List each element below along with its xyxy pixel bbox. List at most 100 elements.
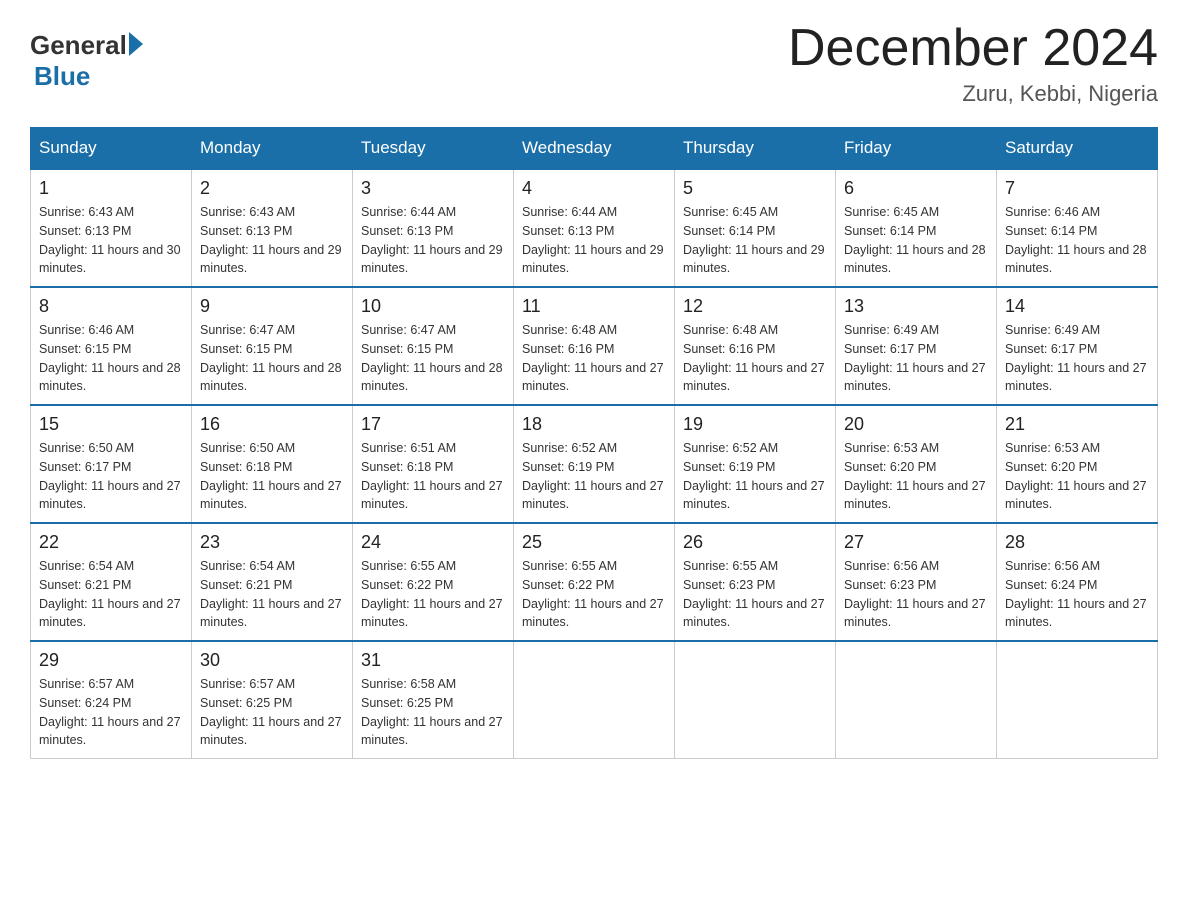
logo-arrow-icon (129, 32, 143, 56)
calendar-cell: 26 Sunrise: 6:55 AMSunset: 6:23 PMDaylig… (675, 523, 836, 641)
calendar-week-row: 15 Sunrise: 6:50 AMSunset: 6:17 PMDaylig… (31, 405, 1158, 523)
calendar-cell: 15 Sunrise: 6:50 AMSunset: 6:17 PMDaylig… (31, 405, 192, 523)
day-number: 31 (361, 650, 505, 671)
day-info: Sunrise: 6:45 AMSunset: 6:14 PMDaylight:… (844, 205, 986, 275)
calendar-cell (997, 641, 1158, 759)
calendar-cell: 13 Sunrise: 6:49 AMSunset: 6:17 PMDaylig… (836, 287, 997, 405)
calendar-cell: 30 Sunrise: 6:57 AMSunset: 6:25 PMDaylig… (192, 641, 353, 759)
day-info: Sunrise: 6:55 AMSunset: 6:22 PMDaylight:… (522, 559, 664, 629)
calendar-cell: 4 Sunrise: 6:44 AMSunset: 6:13 PMDayligh… (514, 169, 675, 287)
calendar-cell: 23 Sunrise: 6:54 AMSunset: 6:21 PMDaylig… (192, 523, 353, 641)
day-info: Sunrise: 6:58 AMSunset: 6:25 PMDaylight:… (361, 677, 503, 747)
day-info: Sunrise: 6:44 AMSunset: 6:13 PMDaylight:… (361, 205, 503, 275)
calendar-cell: 3 Sunrise: 6:44 AMSunset: 6:13 PMDayligh… (353, 169, 514, 287)
calendar-cell: 24 Sunrise: 6:55 AMSunset: 6:22 PMDaylig… (353, 523, 514, 641)
day-number: 12 (683, 296, 827, 317)
day-info: Sunrise: 6:46 AMSunset: 6:14 PMDaylight:… (1005, 205, 1147, 275)
day-info: Sunrise: 6:54 AMSunset: 6:21 PMDaylight:… (200, 559, 342, 629)
day-info: Sunrise: 6:52 AMSunset: 6:19 PMDaylight:… (522, 441, 664, 511)
calendar-cell: 17 Sunrise: 6:51 AMSunset: 6:18 PMDaylig… (353, 405, 514, 523)
calendar-cell: 20 Sunrise: 6:53 AMSunset: 6:20 PMDaylig… (836, 405, 997, 523)
day-number: 24 (361, 532, 505, 553)
calendar-cell: 11 Sunrise: 6:48 AMSunset: 6:16 PMDaylig… (514, 287, 675, 405)
logo-blue-text: Blue (34, 61, 90, 91)
calendar-week-row: 8 Sunrise: 6:46 AMSunset: 6:15 PMDayligh… (31, 287, 1158, 405)
calendar-cell: 25 Sunrise: 6:55 AMSunset: 6:22 PMDaylig… (514, 523, 675, 641)
weekday-header-sunday: Sunday (31, 128, 192, 170)
calendar-cell: 19 Sunrise: 6:52 AMSunset: 6:19 PMDaylig… (675, 405, 836, 523)
day-info: Sunrise: 6:48 AMSunset: 6:16 PMDaylight:… (522, 323, 664, 393)
calendar-cell: 16 Sunrise: 6:50 AMSunset: 6:18 PMDaylig… (192, 405, 353, 523)
day-info: Sunrise: 6:51 AMSunset: 6:18 PMDaylight:… (361, 441, 503, 511)
calendar-cell: 2 Sunrise: 6:43 AMSunset: 6:13 PMDayligh… (192, 169, 353, 287)
title-block: December 2024 Zuru, Kebbi, Nigeria (788, 20, 1158, 107)
calendar-cell: 7 Sunrise: 6:46 AMSunset: 6:14 PMDayligh… (997, 169, 1158, 287)
weekday-header-wednesday: Wednesday (514, 128, 675, 170)
day-number: 20 (844, 414, 988, 435)
day-info: Sunrise: 6:54 AMSunset: 6:21 PMDaylight:… (39, 559, 181, 629)
day-number: 28 (1005, 532, 1149, 553)
day-number: 1 (39, 178, 183, 199)
weekday-header-friday: Friday (836, 128, 997, 170)
day-number: 29 (39, 650, 183, 671)
weekday-header-thursday: Thursday (675, 128, 836, 170)
calendar-cell: 14 Sunrise: 6:49 AMSunset: 6:17 PMDaylig… (997, 287, 1158, 405)
calendar-cell: 18 Sunrise: 6:52 AMSunset: 6:19 PMDaylig… (514, 405, 675, 523)
day-info: Sunrise: 6:50 AMSunset: 6:17 PMDaylight:… (39, 441, 181, 511)
day-number: 2 (200, 178, 344, 199)
day-number: 21 (1005, 414, 1149, 435)
day-info: Sunrise: 6:53 AMSunset: 6:20 PMDaylight:… (844, 441, 986, 511)
calendar-cell: 22 Sunrise: 6:54 AMSunset: 6:21 PMDaylig… (31, 523, 192, 641)
day-info: Sunrise: 6:57 AMSunset: 6:25 PMDaylight:… (200, 677, 342, 747)
day-info: Sunrise: 6:43 AMSunset: 6:13 PMDaylight:… (39, 205, 181, 275)
calendar-cell: 10 Sunrise: 6:47 AMSunset: 6:15 PMDaylig… (353, 287, 514, 405)
location-text: Zuru, Kebbi, Nigeria (788, 81, 1158, 107)
calendar-cell: 29 Sunrise: 6:57 AMSunset: 6:24 PMDaylig… (31, 641, 192, 759)
logo: General Blue (30, 30, 143, 92)
day-info: Sunrise: 6:56 AMSunset: 6:24 PMDaylight:… (1005, 559, 1147, 629)
day-number: 15 (39, 414, 183, 435)
calendar-cell: 31 Sunrise: 6:58 AMSunset: 6:25 PMDaylig… (353, 641, 514, 759)
day-info: Sunrise: 6:57 AMSunset: 6:24 PMDaylight:… (39, 677, 181, 747)
calendar-cell: 6 Sunrise: 6:45 AMSunset: 6:14 PMDayligh… (836, 169, 997, 287)
weekday-header-tuesday: Tuesday (353, 128, 514, 170)
day-info: Sunrise: 6:46 AMSunset: 6:15 PMDaylight:… (39, 323, 181, 393)
calendar-cell: 9 Sunrise: 6:47 AMSunset: 6:15 PMDayligh… (192, 287, 353, 405)
calendar-cell (675, 641, 836, 759)
day-number: 11 (522, 296, 666, 317)
day-number: 17 (361, 414, 505, 435)
day-info: Sunrise: 6:52 AMSunset: 6:19 PMDaylight:… (683, 441, 825, 511)
day-info: Sunrise: 6:49 AMSunset: 6:17 PMDaylight:… (844, 323, 986, 393)
calendar-cell: 1 Sunrise: 6:43 AMSunset: 6:13 PMDayligh… (31, 169, 192, 287)
calendar-week-row: 29 Sunrise: 6:57 AMSunset: 6:24 PMDaylig… (31, 641, 1158, 759)
day-number: 25 (522, 532, 666, 553)
page-header: General Blue December 2024 Zuru, Kebbi, … (30, 20, 1158, 107)
weekday-header-saturday: Saturday (997, 128, 1158, 170)
day-number: 7 (1005, 178, 1149, 199)
calendar-cell (514, 641, 675, 759)
day-number: 26 (683, 532, 827, 553)
day-number: 23 (200, 532, 344, 553)
day-info: Sunrise: 6:48 AMSunset: 6:16 PMDaylight:… (683, 323, 825, 393)
day-info: Sunrise: 6:45 AMSunset: 6:14 PMDaylight:… (683, 205, 825, 275)
calendar-cell: 5 Sunrise: 6:45 AMSunset: 6:14 PMDayligh… (675, 169, 836, 287)
day-info: Sunrise: 6:53 AMSunset: 6:20 PMDaylight:… (1005, 441, 1147, 511)
day-number: 10 (361, 296, 505, 317)
day-number: 19 (683, 414, 827, 435)
day-info: Sunrise: 6:43 AMSunset: 6:13 PMDaylight:… (200, 205, 342, 275)
day-number: 14 (1005, 296, 1149, 317)
day-number: 27 (844, 532, 988, 553)
day-number: 8 (39, 296, 183, 317)
calendar-cell: 12 Sunrise: 6:48 AMSunset: 6:16 PMDaylig… (675, 287, 836, 405)
day-number: 18 (522, 414, 666, 435)
day-info: Sunrise: 6:56 AMSunset: 6:23 PMDaylight:… (844, 559, 986, 629)
calendar-cell: 27 Sunrise: 6:56 AMSunset: 6:23 PMDaylig… (836, 523, 997, 641)
day-number: 30 (200, 650, 344, 671)
calendar-week-row: 1 Sunrise: 6:43 AMSunset: 6:13 PMDayligh… (31, 169, 1158, 287)
day-number: 9 (200, 296, 344, 317)
calendar-table: SundayMondayTuesdayWednesdayThursdayFrid… (30, 127, 1158, 759)
day-number: 3 (361, 178, 505, 199)
calendar-cell: 8 Sunrise: 6:46 AMSunset: 6:15 PMDayligh… (31, 287, 192, 405)
day-number: 4 (522, 178, 666, 199)
weekday-header-monday: Monday (192, 128, 353, 170)
